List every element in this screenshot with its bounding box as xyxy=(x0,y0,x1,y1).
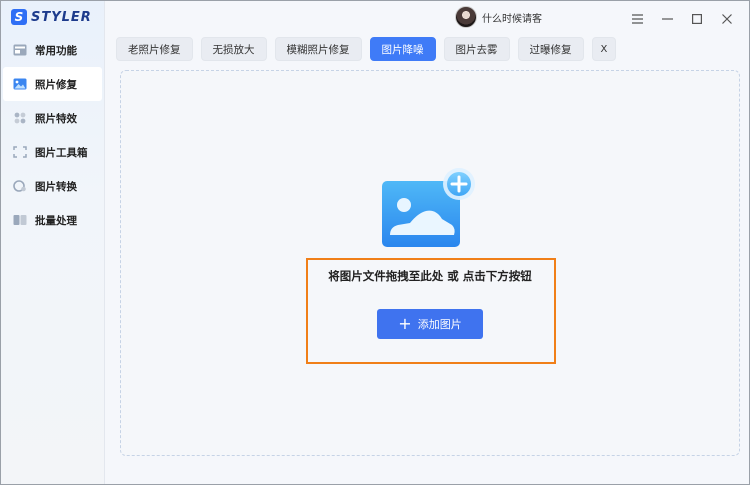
tab-image-denoise[interactable]: 图片降噪 xyxy=(369,37,436,61)
sidebar-item-label: 照片特效 xyxy=(35,112,77,125)
sidebar-item-convert[interactable]: 图片转换 xyxy=(1,169,105,203)
sidebar-item-label: 图片转换 xyxy=(35,180,77,193)
close-button[interactable] xyxy=(712,9,742,27)
sidebar-item-batch[interactable]: 批量处理 xyxy=(1,203,105,237)
drop-instruction: 将图片文件拖拽至此处 或 点击下方按钮 xyxy=(328,269,532,283)
minimize-button[interactable] xyxy=(652,9,682,27)
puzzle-icon xyxy=(13,112,27,124)
sidebar-item-label: 常用功能 xyxy=(35,44,77,57)
tab-overexposure-repair[interactable]: 过曝修复 xyxy=(517,37,584,61)
menu-button[interactable] xyxy=(622,9,652,27)
grid-icon xyxy=(13,44,27,56)
minimize-icon xyxy=(661,9,673,28)
logo-text: STYLER xyxy=(31,9,92,25)
tab-image-dehaze[interactable]: 图片去雾 xyxy=(443,37,510,61)
tab-close-button[interactable]: X xyxy=(591,37,617,61)
sidebar-item-toolbox[interactable]: 图片工具箱 xyxy=(1,135,105,169)
sidebar-item-common[interactable]: 常用功能 xyxy=(1,33,105,67)
maximize-button[interactable] xyxy=(682,9,712,27)
add-image-button[interactable]: + 添加图片 xyxy=(377,309,483,339)
window-controls xyxy=(622,9,742,27)
sidebar-item-label: 批量处理 xyxy=(35,214,77,227)
user-profile[interactable]: 什么时候请客 xyxy=(455,6,542,28)
logo-mark: S xyxy=(11,9,27,25)
tab-old-photo-repair[interactable]: 老照片修复 xyxy=(116,37,193,61)
close-icon xyxy=(722,9,732,28)
add-image-icon xyxy=(380,167,484,253)
feature-tabs: 老照片修复 无损放大 模糊照片修复 图片降噪 图片去雾 过曝修复 X xyxy=(116,37,624,61)
avatar[interactable] xyxy=(455,6,477,28)
file-drop-zone[interactable]: 将图片文件拖拽至此处 或 点击下方按钮 + 添加图片 xyxy=(120,70,740,456)
stack-icon xyxy=(13,214,27,226)
convert-icon xyxy=(13,180,27,192)
app-window: S STYLER 常用功能 照片修复 照片特效 图片工具箱 图片转换 批量处理 … xyxy=(0,0,750,485)
title-bar: 什么时候请客 xyxy=(105,1,749,35)
maximize-icon xyxy=(692,9,703,28)
sidebar-item-label: 图片工具箱 xyxy=(35,146,88,159)
sidebar-item-photo-repair[interactable]: 照片修复 xyxy=(3,67,102,101)
menu-icon xyxy=(631,9,643,28)
sidebar: S STYLER 常用功能 照片修复 照片特效 图片工具箱 图片转换 批量处理 xyxy=(1,1,105,484)
username: 什么时候请客 xyxy=(482,13,542,25)
plus-icon: + xyxy=(398,314,412,333)
add-image-label: 添加图片 xyxy=(417,318,462,331)
app-logo: S STYLER xyxy=(11,8,92,26)
image-icon xyxy=(13,78,27,90)
sidebar-item-photo-effects[interactable]: 照片特效 xyxy=(1,101,105,135)
sidebar-nav: 常用功能 照片修复 照片特效 图片工具箱 图片转换 批量处理 xyxy=(1,33,105,237)
sidebar-item-label: 照片修复 xyxy=(35,78,77,91)
tab-blurry-photo-repair[interactable]: 模糊照片修复 xyxy=(274,37,362,61)
tab-lossless-upscale[interactable]: 无损放大 xyxy=(200,37,267,61)
crop-icon xyxy=(13,146,27,158)
